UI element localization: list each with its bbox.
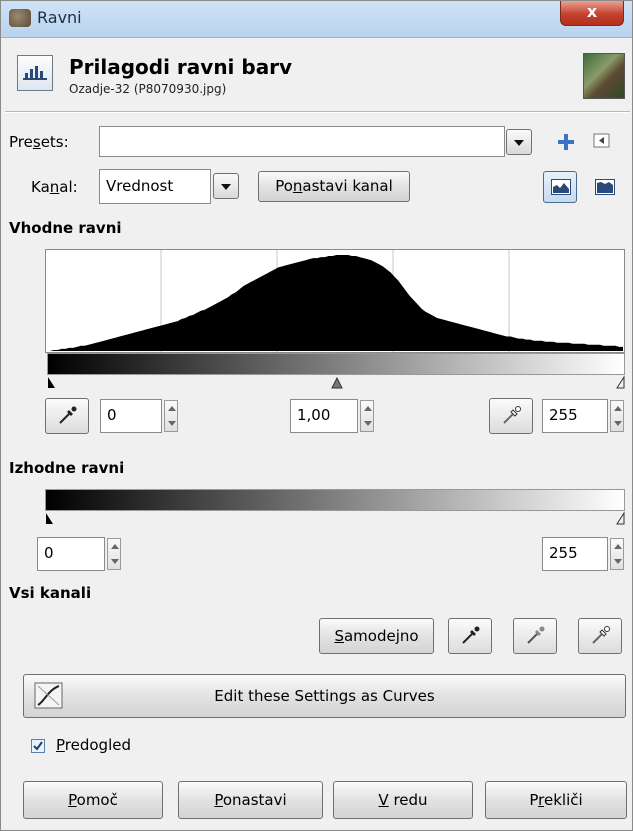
edit-as-curves-button[interactable]: Edit these Settings as Curves: [23, 674, 626, 718]
gimp-app-icon: [9, 9, 31, 27]
all-channels-heading: Vsi kanali: [9, 584, 92, 602]
curves-icon: [34, 682, 63, 709]
presets-dropdown-button[interactable]: [506, 129, 532, 155]
input-high-handle[interactable]: [616, 375, 625, 389]
output-high-spin-buttons[interactable]: [610, 538, 624, 570]
log-histogram-button[interactable]: [587, 171, 621, 203]
image-name: Ozadje-32 (P8070930.jpg): [69, 82, 227, 96]
input-gradient-bar: [47, 353, 625, 375]
channel-combo[interactable]: Vrednost: [99, 169, 211, 204]
histogram: [45, 249, 625, 353]
linear-histogram-button[interactable]: [543, 171, 577, 203]
checkmark-icon: [33, 741, 43, 751]
cancel-button[interactable]: Prekliči: [485, 781, 627, 819]
ok-button[interactable]: V redu: [333, 781, 473, 819]
input-high-spin-buttons[interactable]: [610, 400, 624, 432]
dialog-title: Prilagodi ravni barv: [69, 55, 293, 79]
preview-checkbox[interactable]: [31, 739, 45, 753]
presets-combo[interactable]: [99, 126, 505, 157]
input-gamma-handle[interactable]: [331, 376, 343, 389]
levels-dialog: Ravni x Prilagodi ravni barv Ozadje-32 (…: [0, 0, 633, 831]
presets-label: Presets:: [9, 133, 69, 151]
input-low-handle[interactable]: [48, 377, 55, 388]
input-low-spin[interactable]: 0: [100, 399, 162, 433]
input-gamma-spin[interactable]: 1,00: [290, 399, 358, 433]
black-point-picker[interactable]: [45, 398, 89, 434]
linear-histogram-icon: [551, 179, 571, 195]
preset-menu-icon[interactable]: [593, 133, 611, 149]
pick-black-all-channels[interactable]: [448, 618, 492, 654]
input-low-spin-buttons[interactable]: [164, 400, 178, 432]
reset-channel-button[interactable]: Ponastavi kanal: [258, 171, 410, 202]
white-eyedropper-icon: [592, 626, 610, 644]
pick-gray-all-channels[interactable]: [513, 618, 557, 654]
input-slider-track[interactable]: [47, 375, 627, 391]
separator: [5, 111, 630, 113]
preview-label[interactable]: Predogled: [56, 736, 131, 754]
input-gamma-spin-buttons[interactable]: [360, 400, 374, 432]
input-high-spin[interactable]: 255: [542, 399, 608, 433]
edit-as-curves-label: Edit these Settings as Curves: [214, 687, 435, 705]
levels-icon: [17, 55, 53, 91]
gray-eyedropper-icon: [527, 626, 545, 644]
white-point-picker[interactable]: [489, 398, 533, 434]
black-eyedropper-icon: [59, 406, 77, 424]
reset-button[interactable]: Ponastavi: [178, 781, 323, 819]
add-preset-icon[interactable]: [556, 132, 576, 152]
window-title: Ravni: [37, 8, 82, 27]
channel-dropdown-button[interactable]: [213, 173, 239, 199]
output-slider-track[interactable]: [45, 511, 627, 527]
white-eyedropper-icon: [503, 406, 521, 424]
output-gradient-bar: [45, 489, 625, 511]
output-high-spin[interactable]: 255: [542, 537, 608, 571]
auto-button[interactable]: Samodejno: [319, 618, 434, 654]
log-histogram-icon: [595, 179, 615, 195]
output-low-spin-buttons[interactable]: [107, 538, 121, 570]
close-button[interactable]: x: [560, 1, 624, 26]
image-thumbnail: [583, 53, 625, 99]
output-low-spin[interactable]: 0: [37, 537, 105, 571]
channel-label: Kanal:: [31, 178, 78, 196]
output-high-handle[interactable]: [616, 511, 625, 525]
black-eyedropper-icon: [462, 626, 480, 644]
input-levels-heading: Vhodne ravni: [9, 219, 122, 237]
title-bar[interactable]: Ravni x: [1, 1, 632, 38]
output-low-handle[interactable]: [46, 513, 53, 524]
help-button[interactable]: Pomoč: [23, 781, 163, 819]
output-levels-heading: Izhodne ravni: [9, 459, 125, 477]
pick-white-all-channels[interactable]: [578, 618, 622, 654]
